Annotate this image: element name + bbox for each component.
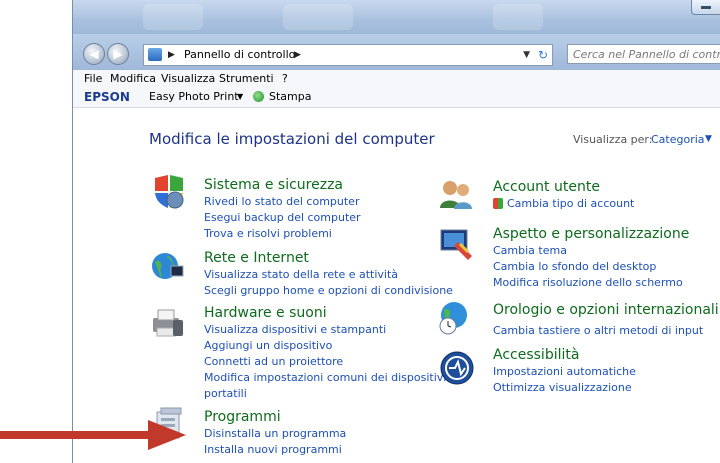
category-network-internet[interactable]: Rete e Internet <box>204 250 309 266</box>
link-uninstall-program[interactable]: Disinstalla un programma <box>204 427 346 440</box>
easy-photo-print-dropdown-icon[interactable]: ▼ <box>237 87 243 107</box>
link-review-status[interactable]: Rivedi lo stato del computer <box>204 195 359 208</box>
print-icon[interactable] <box>253 91 264 102</box>
view-by-label: Visualizza per: <box>573 133 653 146</box>
accessibility-icon[interactable] <box>439 350 475 386</box>
address-dropdown-icon[interactable]: ▼ <box>523 45 530 65</box>
printer-icon[interactable] <box>149 304 185 340</box>
breadcrumb-separator-icon[interactable]: ▶ <box>168 45 175 65</box>
menu-visualizza[interactable]: Visualizza <box>161 70 215 87</box>
category-clock-region[interactable]: Orologio e opzioni internazionali <box>493 302 719 318</box>
network-globe-icon[interactable] <box>149 248 185 284</box>
link-connect-projector[interactable]: Connetti ad un proiettore <box>204 355 343 368</box>
link-mobility-settings-cont[interactable]: portatili <box>204 387 247 400</box>
link-change-theme[interactable]: Cambia tema <box>493 244 567 257</box>
epson-toolbar: EPSON Easy Photo Print ▼ Stampa <box>73 87 720 108</box>
menu-file[interactable]: File <box>84 70 102 87</box>
breadcrumb-control-panel[interactable]: Pannello di controllo <box>184 45 295 65</box>
link-mobility-settings[interactable]: Modifica impostazioni comuni dei disposi… <box>204 371 446 384</box>
refresh-icon[interactable]: ↻ <box>538 45 548 65</box>
red-arrow-annotation <box>0 420 186 450</box>
link-troubleshoot[interactable]: Trova e risolvi problemi <box>204 227 332 240</box>
link-auto-settings[interactable]: Impostazioni automatiche <box>493 365 636 378</box>
category-appearance[interactable]: Aspetto e personalizzazione <box>493 226 689 242</box>
title-bar <box>73 0 720 34</box>
shield-icon[interactable] <box>151 174 187 210</box>
content-area: Modifica le impostazioni del computer Vi… <box>73 108 720 463</box>
breadcrumb-chevron-icon[interactable]: ▶ <box>294 45 301 65</box>
category-system-security[interactable]: Sistema e sicurezza <box>204 177 343 193</box>
menu-bar: File Modifica Visualizza Strumenti ? <box>73 70 720 87</box>
epson-logo: EPSON <box>84 90 130 104</box>
link-homegroup[interactable]: Scegli gruppo home e opzioni di condivis… <box>204 284 453 297</box>
link-network-status[interactable]: Visualizza stato della rete e attività <box>204 268 398 281</box>
menu-strumenti[interactable]: Strumenti <box>219 70 274 87</box>
link-change-keyboards[interactable]: Cambia tastiere o altri metodi di input <box>493 324 703 337</box>
category-hardware-sound[interactable]: Hardware e suoni <box>204 305 327 321</box>
user-accounts-icon[interactable] <box>438 176 474 212</box>
link-install-programs[interactable]: Installa nuovi programmi <box>204 443 342 456</box>
search-input[interactable]: Cerca nel Pannello di controllo <box>567 44 720 64</box>
category-programs[interactable]: Programmi <box>204 409 281 425</box>
uac-shield-icon <box>493 198 503 209</box>
link-devices-printers[interactable]: Visualizza dispositivi e stampanti <box>204 323 386 336</box>
menu-help[interactable]: ? <box>282 70 288 87</box>
page-title: Modifica le impostazioni del computer <box>149 130 435 148</box>
navigation-bar: ◀ ▶ ▶ Pannello di controllo ▶ ▼ ↻ Cerca … <box>73 34 720 70</box>
control-panel-window: ◀ ▶ ▶ Pannello di controllo ▶ ▼ ↻ Cerca … <box>72 0 720 463</box>
link-add-device[interactable]: Aggiungi un dispositivo <box>204 339 332 352</box>
view-by-dropdown[interactable]: Categoria <box>651 133 705 146</box>
address-bar[interactable]: ▶ Pannello di controllo ▶ ▼ ↻ <box>143 44 553 66</box>
category-user-accounts[interactable]: Account utente <box>493 179 600 195</box>
easy-photo-print-button[interactable]: Easy Photo Print <box>149 87 239 107</box>
back-button[interactable]: ◀ <box>83 43 105 65</box>
link-screen-resolution[interactable]: Modifica risoluzione dello schermo <box>493 276 683 289</box>
link-optimize-display[interactable]: Ottimizza visualizzazione <box>493 381 632 394</box>
minimize-button[interactable] <box>691 0 720 15</box>
category-accessibility[interactable]: Accessibilità <box>493 347 579 363</box>
print-button[interactable]: Stampa <box>269 87 311 107</box>
link-change-wallpaper[interactable]: Cambia lo sfondo del desktop <box>493 260 656 273</box>
control-panel-icon <box>148 48 162 61</box>
link-change-account-type[interactable]: Cambia tipo di account <box>507 197 634 210</box>
menu-modifica[interactable]: Modifica <box>110 70 156 87</box>
forward-button[interactable]: ▶ <box>107 43 129 65</box>
link-backup[interactable]: Esegui backup del computer <box>204 211 361 224</box>
clock-globe-icon[interactable] <box>436 300 472 336</box>
personalization-icon[interactable] <box>438 226 474 262</box>
view-by-chevron-down-icon[interactable]: ▼ <box>705 134 712 144</box>
